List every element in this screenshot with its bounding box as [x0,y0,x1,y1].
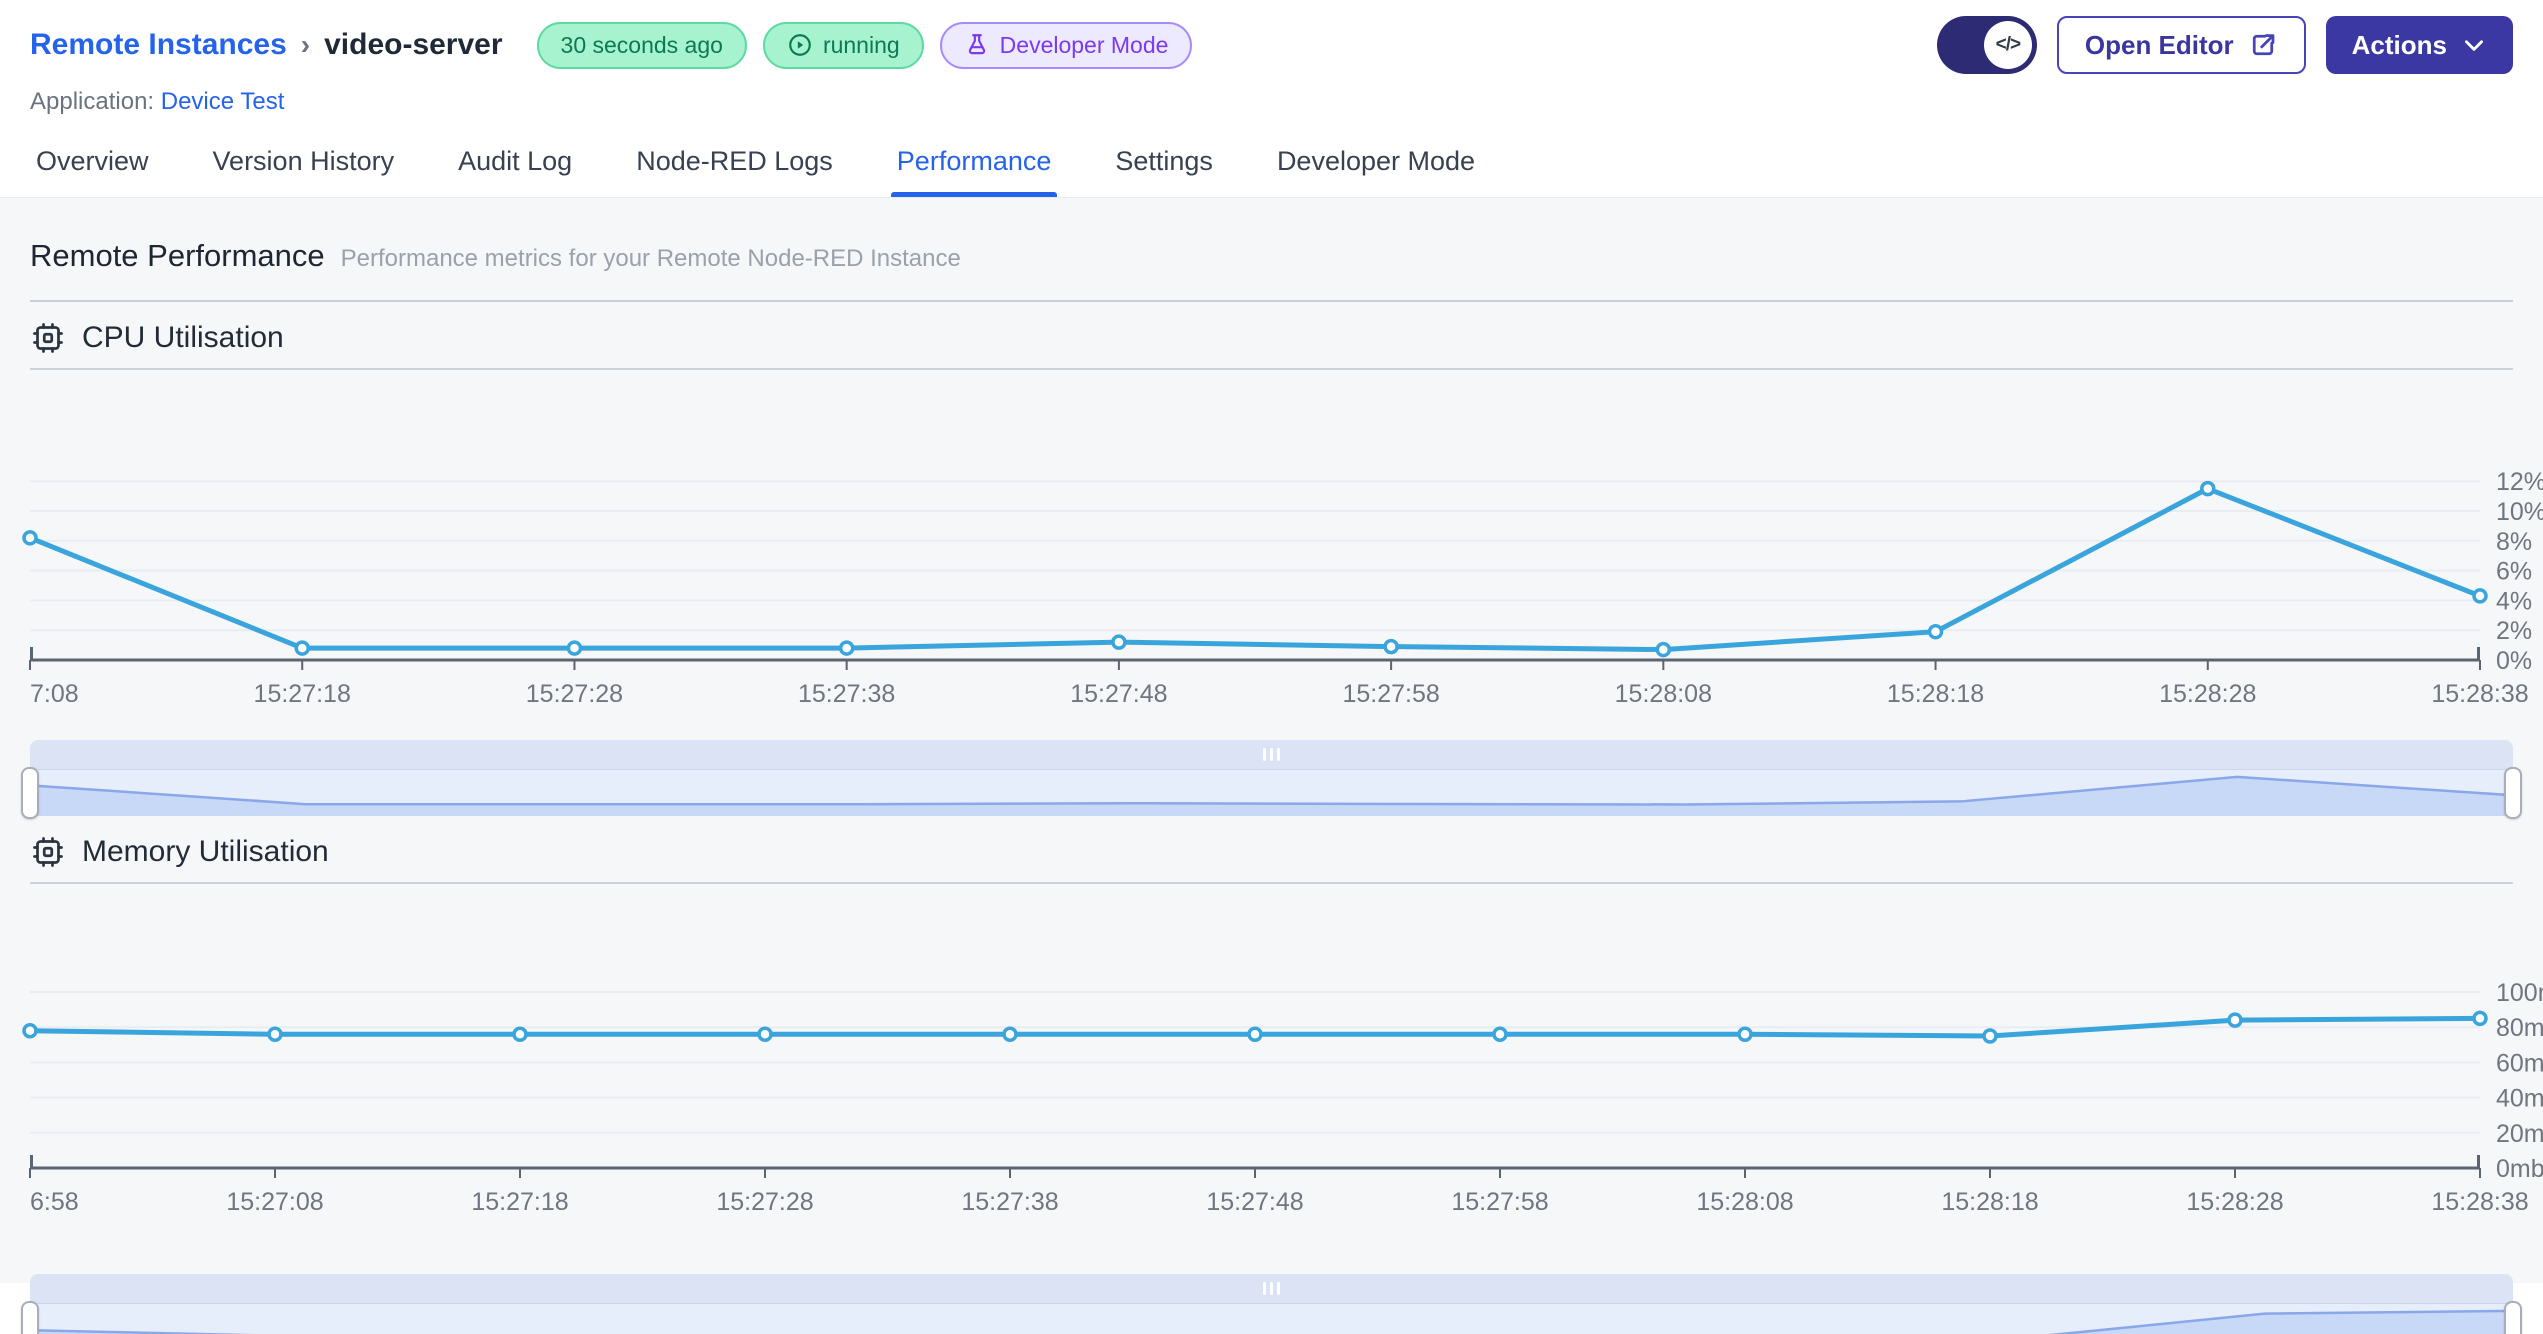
cpu-chart-range-slider [21,740,2522,819]
svg-text:15:28:38: 15:28:38 [2431,1188,2528,1216]
play-circle-icon [789,34,811,56]
developer-mode-text: Developer Mode [999,31,1169,58]
svg-text:0%: 0% [2496,647,2532,675]
svg-text:15:27:08: 15:27:08 [226,1188,323,1216]
memory-slider-drag-bar[interactable] [30,1274,2513,1304]
svg-text:15:27:18: 15:27:18 [471,1188,568,1216]
svg-text:15:27:28: 15:27:28 [716,1188,813,1216]
cpu-slider-preview[interactable] [30,770,2513,816]
application-row: Application: Device Test [30,88,2513,116]
memory-slider-preview[interactable] [30,1304,2513,1334]
svg-text:15:27:48: 15:27:48 [1070,680,1167,708]
breadcrumb-remote-instances-link[interactable]: Remote Instances [30,28,287,62]
last-seen-text: 30 seconds ago [560,31,723,58]
svg-text:2%: 2% [2496,617,2532,645]
cpu-chip-icon [33,323,63,353]
open-editor-button[interactable]: Open Editor [2056,16,2306,74]
external-link-icon [2252,34,2275,56]
svg-text:15:28:08: 15:28:08 [1696,1188,1793,1216]
cpu-section-title: CPU Utilisation [82,321,284,354]
cpu-slider-right-handle[interactable] [2504,767,2522,819]
svg-text:15:27:18: 15:27:18 [254,680,351,708]
memory-slider-left-handle[interactable] [21,1301,39,1334]
svg-text:100mb: 100mb [2496,979,2543,1007]
application-link[interactable]: Device Test [161,88,285,115]
memory-section-divider [30,882,2513,884]
memory-chip-icon [33,837,63,867]
tab-developer-mode[interactable]: Developer Mode [1271,126,1481,197]
actions-button[interactable]: Actions [2325,16,2513,74]
memory-section-title: Memory Utilisation [82,835,329,868]
svg-text:6:58: 6:58 [30,1188,79,1216]
flask-icon [968,34,985,55]
last-seen-badge: 30 seconds ago [536,21,747,69]
svg-text:15:27:38: 15:27:38 [798,680,895,708]
svg-text:10%: 10% [2496,498,2543,526]
svg-text:15:28:28: 15:28:28 [2159,680,2256,708]
chevron-down-icon [2465,40,2483,51]
svg-text:20mb: 20mb [2496,1120,2543,1148]
svg-text:15:28:08: 15:28:08 [1615,680,1712,708]
developer-mode-badge: Developer Mode [939,21,1193,69]
svg-text:15:27:58: 15:27:58 [1451,1188,1548,1216]
svg-text:15:27:38: 15:27:38 [961,1188,1058,1216]
breadcrumb-separator: › [300,29,311,60]
tab-overview[interactable]: Overview [30,126,155,197]
memory-slider-right-handle[interactable] [2504,1301,2522,1334]
application-label: Application: [30,88,155,115]
page-header: Remote Instances › video-server 30 secon… [0,0,2543,126]
breadcrumb-instance-name: video-server [324,28,503,61]
svg-text:4%: 4% [2496,587,2532,615]
cpu-slider-left-handle[interactable] [21,767,39,819]
tab-audit-log[interactable]: Audit Log [452,126,578,197]
tab-node-red-logs[interactable]: Node-RED Logs [630,126,839,197]
actions-label: Actions [2351,29,2447,60]
svg-text:15:28:18: 15:28:18 [1941,1188,2038,1216]
running-status-text: running [822,31,900,58]
status-badges: 30 seconds ago running Developer Mode [536,21,1193,69]
memory-utilisation-chart: 0mb 20mb 40mb 60mb 80mb 100mb 6:58 15:27:08 15:2… [22,979,2543,1216]
svg-text:0mb: 0mb [2496,1155,2543,1183]
title-divider [30,300,2513,302]
open-editor-label: Open Editor [2084,29,2234,60]
memory-chart-range-slider [21,1274,2522,1334]
svg-text:40mb: 40mb [2496,1085,2543,1113]
developer-mode-toggle[interactable]: </> [1936,16,2037,74]
svg-text:80mb: 80mb [2496,1014,2543,1042]
page-title: Remote Performance [30,238,325,273]
svg-text:15:27:58: 15:27:58 [1342,680,1439,708]
running-status-badge: running [762,21,924,69]
page-subtitle: Performance metrics for your Remote Node… [340,245,961,272]
svg-text:15:27:48: 15:27:48 [1206,1188,1303,1216]
performance-panel: Remote Performance Performance metrics f… [0,198,2543,1334]
svg-text:6%: 6% [2496,558,2532,586]
svg-text:15:28:18: 15:28:18 [1887,680,1984,708]
tab-performance[interactable]: Performance [890,126,1058,197]
cpu-slider-drag-bar[interactable] [30,740,2513,770]
svg-text:12%: 12% [2496,468,2543,496]
svg-text:15:27:28: 15:27:28 [526,680,623,708]
breadcrumb: Remote Instances › video-server [30,28,503,62]
svg-text:7:08: 7:08 [30,680,79,708]
tab-version-history[interactable]: Version History [207,126,401,197]
tab-settings[interactable]: Settings [1109,126,1219,197]
instance-tabs: Overview Version History Audit Log Node-… [0,126,2543,198]
svg-text:15:28:38: 15:28:38 [2431,680,2528,708]
svg-text:15:28:28: 15:28:28 [2186,1188,2283,1216]
cpu-section-divider [30,368,2513,370]
code-icon: </> [1983,21,2032,69]
svg-text:60mb: 60mb [2496,1049,2543,1077]
svg-text:8%: 8% [2496,528,2532,556]
cpu-utilisation-chart: 0%2%4%6%8%10%12% 7:08 15:27:18 15:27:28 15:2… [22,468,2543,708]
